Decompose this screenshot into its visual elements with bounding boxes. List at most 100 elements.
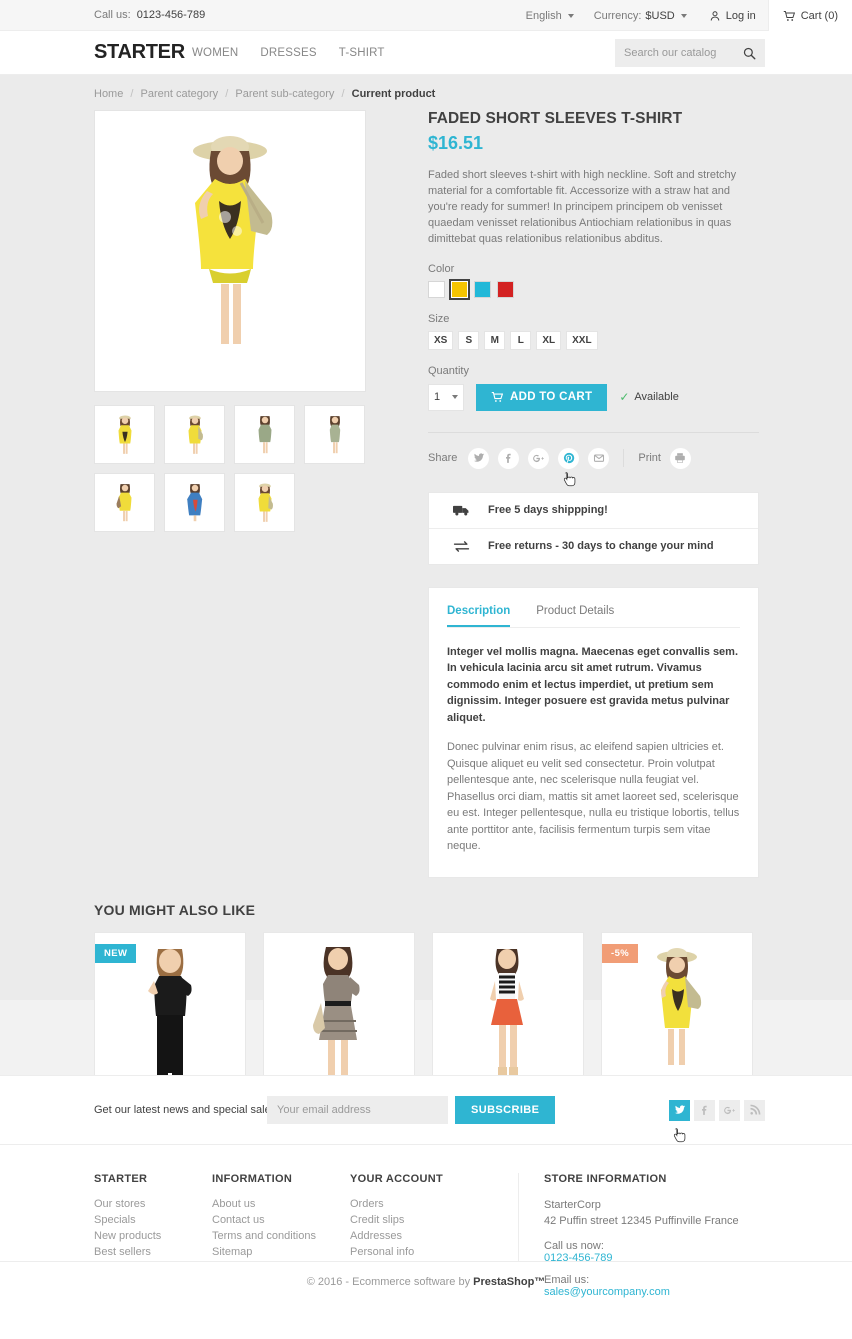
store-phone-row: Call us now: 0123-456-789 [544,1240,739,1264]
language-selector[interactable]: English [516,0,584,31]
thumbnail-item[interactable] [304,405,365,464]
search-icon[interactable] [743,47,756,60]
color-swatch-red[interactable] [497,280,514,298]
social-googleplus-button[interactable] [719,1099,740,1121]
tab-description[interactable]: Description [447,605,511,627]
quantity-stepper[interactable]: 1 [428,383,464,411]
product-photo-yellow-summer-dress [657,947,702,1074]
footer-link-orders[interactable]: Orders [350,1198,518,1210]
size-option-xxl[interactable]: XXL [566,330,598,350]
size-option-l[interactable]: L [510,330,532,350]
product-tabs: Description Product Details [447,605,740,628]
newsletter-section: Get our latest news and special sales Yo… [0,1075,852,1145]
currency-selector[interactable]: Currency: $USD [584,0,697,31]
footer-link-about-us[interactable]: About us [212,1198,350,1210]
breadcrumb-item-home[interactable]: Home [94,88,123,100]
footer-column-title: YOUR ACCOUNT [350,1173,444,1185]
cart-icon [783,10,795,21]
footer-link-terms[interactable]: Terms and conditions [212,1230,350,1242]
size-option-xs[interactable]: XS [428,330,454,350]
thumbnail-item[interactable] [164,405,225,464]
nav-item-tshirt[interactable]: T-SHIRT [339,47,385,59]
share-email-button[interactable] [588,447,610,469]
add-to-cart-button[interactable]: ADD TO CART [476,383,608,411]
breadcrumb-separator: / [341,88,345,100]
footer-link-our-stores[interactable]: Our stores [94,1198,212,1210]
site-footer: STARTER Our stores Specials New products… [0,1145,852,1298]
product-card-image [433,933,583,1093]
thumbnail-item[interactable] [94,405,155,464]
chevron-down-icon [680,13,687,18]
copyright-brand: PrestaShop™ [473,1276,546,1288]
share-twitter-button[interactable] [468,447,490,469]
product-main-image[interactable] [94,110,366,392]
footer-link-personal-info[interactable]: Personal info [350,1246,518,1258]
product-title: FADED SHORT SLEEVES T-SHIRT [428,110,683,127]
footer-link-contact-us[interactable]: Contact us [212,1214,350,1226]
availability-label: Available [634,391,679,404]
store-address: 42 Puffin street 12345 Puffinville Franc… [544,1214,739,1227]
footer-link-addresses[interactable]: Addresses [350,1230,518,1242]
tab-product-details[interactable]: Product Details [536,605,614,627]
footer-link-credit-slips[interactable]: Credit slips [350,1214,518,1226]
breadcrumb-item-parent-category[interactable]: Parent category [141,88,219,100]
thumbnail-item[interactable] [164,473,225,532]
nav-item-women[interactable]: WOMEN [192,47,238,59]
color-swatch-yellow[interactable] [449,278,470,300]
subscribe-button[interactable]: SUBSCRIBE [455,1096,556,1124]
color-swatches [428,278,759,300]
social-rss-button[interactable] [744,1099,765,1121]
breadcrumb-item-parent-sub-category[interactable]: Parent sub-category [235,88,334,100]
main-navigation: WOMEN DRESSES T-SHIRT [192,47,385,59]
footer-link-sitemap[interactable]: Sitemap [212,1246,350,1258]
footer-column-title: STARTER [94,1173,148,1185]
site-logo[interactable]: STARTER [94,41,185,64]
currency-value: $USD [645,9,675,22]
search-placeholder: Search our catalog [624,47,717,59]
size-option-s[interactable]: S [458,330,480,350]
product-photo-yellow-dress [193,136,273,356]
breadcrumb-separator: / [225,88,229,100]
product-thumbnails [94,405,374,532]
social-facebook-button[interactable] [694,1099,715,1121]
newsletter-email-input[interactable]: Your email address [267,1096,448,1124]
description-intro: Integer vel mollis magna. Maecenas eget … [447,645,739,724]
newsletter-placeholder: Your email address [277,1104,371,1116]
call-us-phone[interactable]: 0123-456-789 [137,9,206,21]
footer-link-best-sellers[interactable]: Best sellers [94,1246,212,1258]
facebook-icon [701,1105,707,1115]
store-email-link[interactable]: sales@yourcompany.com [544,1286,739,1298]
share-facebook-button[interactable] [498,447,520,469]
footer-column-title: STORE INFORMATION [544,1173,667,1185]
color-swatch-blue[interactable] [474,280,491,298]
social-twitter-button[interactable] [669,1099,690,1121]
thumbnail-item[interactable] [234,473,295,532]
login-button[interactable]: Log in [697,0,768,31]
copyright-text: © 2016 - Ecommerce software by [306,1276,474,1288]
product-card-image [264,933,414,1093]
cart-label: Cart (0) [800,9,838,22]
footer-column-information: INFORMATION About us Contact us Terms an… [212,1173,350,1261]
cart-button[interactable]: Cart (0) [767,0,852,31]
print-button[interactable] [669,447,691,469]
share-row: Share Print [428,447,759,486]
size-option-m[interactable]: M [484,330,506,350]
store-phone-link[interactable]: 0123-456-789 [544,1252,739,1264]
color-swatch-white[interactable] [428,280,445,298]
nav-item-dresses[interactable]: DRESSES [260,47,316,59]
share-googleplus-button[interactable] [528,447,550,469]
truck-icon [453,505,469,516]
thumbnail-item[interactable] [234,405,295,464]
twitter-icon [473,453,485,462]
quantity-value: 1 [434,391,441,404]
search-input[interactable]: Search our catalog [615,39,765,67]
footer-column-store-information: STORE INFORMATION StarterCorp 42 Puffin … [518,1173,739,1298]
product-gallery [94,110,366,878]
size-option-xl[interactable]: XL [536,330,562,350]
share-pinterest-button[interactable] [558,447,580,469]
googleplus-icon [533,454,545,462]
footer-link-specials[interactable]: Specials [94,1214,212,1226]
footer-link-new-products[interactable]: New products [94,1230,212,1242]
thumbnail-item[interactable] [94,473,155,532]
store-email-label: Email us: [544,1273,590,1286]
